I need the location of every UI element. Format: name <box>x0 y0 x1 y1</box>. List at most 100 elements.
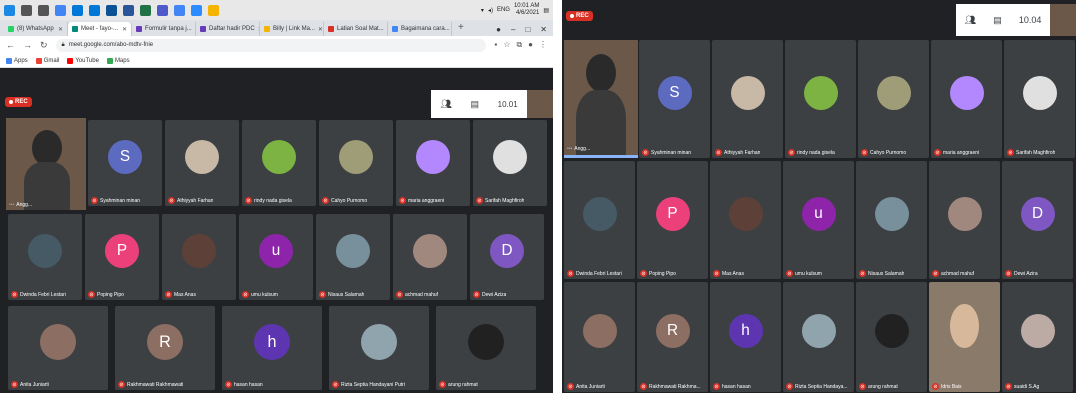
participant-tile[interactable]: D ⊘ Dewi Azira <box>1002 161 1073 279</box>
participant-tile[interactable]: ⊘ Mas Anas <box>710 161 781 279</box>
bookmark-item[interactable]: YouTube <box>67 57 99 64</box>
forward-icon[interactable]: → <box>23 40 32 50</box>
participant-tile[interactable]: ⊘ Dwinda Febri Lestari <box>564 161 635 279</box>
new-tab-button[interactable]: + <box>452 22 470 36</box>
people-icon[interactable]: 👥︎ <box>440 99 451 110</box>
self-video-tile[interactable]: ••• Angg... <box>564 40 638 158</box>
notification-icon[interactable]: ▤ <box>543 7 549 14</box>
address-bar[interactable]: 🔒︎ meet.google.com/abo-mdtv-fnie <box>55 38 487 52</box>
browser-tab[interactable]: Bagaimana cara...✕ <box>388 22 452 36</box>
participant-tile[interactable]: ⊘ achmad mahuf <box>393 214 467 300</box>
menu-icon[interactable]: ⋮ <box>539 40 547 50</box>
self-video-tile[interactable]: ••• Angg... <box>6 118 86 210</box>
browser-tab[interactable]: (8) WhatsApp ✕ <box>4 22 68 36</box>
search-icon[interactable] <box>21 4 32 16</box>
taskbar-clock[interactable]: 10:01 AM 4/6/2021 <box>514 3 539 17</box>
participant-tile[interactable]: ⊘ achmad mahuf <box>929 161 1000 279</box>
browser-tab[interactable]: Billy | Link Ma... ✕ <box>260 22 324 36</box>
browser-tab[interactable]: Latian Soal Mat...✕ <box>324 22 388 36</box>
chat-icon[interactable]: ▤ <box>470 99 479 110</box>
participant-tile[interactable]: ⊘ Nisaus Salamah <box>316 214 390 300</box>
browser-tab[interactable]: Formulir tanpa j...✕ <box>132 22 196 36</box>
edge-icon[interactable] <box>72 4 83 16</box>
participant-label: ⊘ hasan hasan <box>225 381 263 388</box>
participant-name: umu kulsum <box>795 270 822 277</box>
participant-tile[interactable]: P ⊘ Poping Pipo <box>637 161 708 279</box>
profile-icon[interactable]: ● <box>496 25 501 34</box>
self-view-thumbnail[interactable] <box>527 90 553 118</box>
participant-tile[interactable]: ⊘ Nisaus Salamah <box>856 161 927 279</box>
participant-tile[interactable]: h ⊘ hasan hasan <box>710 282 781 392</box>
teams-icon[interactable] <box>157 4 168 16</box>
participant-tile[interactable]: R ⊘ Rakhmawati Rakhma... <box>637 282 708 392</box>
participant-tile[interactable]: ⊘ Rizta Septia Handayani Putri <box>329 306 429 390</box>
participant-tile[interactable]: ⊘ maria anggraeni <box>396 120 470 206</box>
participant-tile[interactable]: ⊘ suaidi S.Ag <box>1002 282 1073 392</box>
chat-icon[interactable]: ▤ <box>993 15 1002 26</box>
avatar-icon[interactable]: ● <box>528 40 533 50</box>
mail-icon[interactable] <box>106 4 117 16</box>
participant-tile[interactable]: ⊘ Sarifah Maghfiroh <box>1004 40 1075 158</box>
excel-icon[interactable] <box>140 4 151 16</box>
participant-tile[interactable]: u ⊘ umu kulsum <box>783 161 854 279</box>
mic-off-icon: ⊘ <box>168 197 175 204</box>
self-view-thumbnail[interactable] <box>1050 4 1076 36</box>
close-tab-icon[interactable]: ✕ <box>122 26 127 33</box>
star-icon[interactable]: ☆ <box>503 40 510 50</box>
participant-tile[interactable]: ⊘ Cahyo Purnomo <box>319 120 393 206</box>
close-tab-icon[interactable]: ✕ <box>58 26 63 33</box>
chrome-icon[interactable] <box>55 4 66 16</box>
participant-tile[interactable]: S ⊘ Syahminan minan <box>639 40 710 158</box>
participant-tile[interactable]: ⊘ Athiyyah Farhan <box>712 40 783 158</box>
chrome-icon[interactable] <box>174 4 185 16</box>
browser-tab[interactable]: Meet - fayo-... ✕ <box>68 22 132 36</box>
mic-off-icon: ⊘ <box>932 270 939 277</box>
extensions-icon[interactable]: ⧉ <box>516 40 522 50</box>
participant-tile[interactable]: ⊘ Anita Juniarti <box>8 306 108 390</box>
participant-label: ⊘ Athiyyah Farhan <box>715 149 760 156</box>
bookmark-item[interactable]: Apps <box>6 57 28 64</box>
reload-icon[interactable]: ↻ <box>40 40 48 51</box>
minimize-button[interactable]: – <box>511 25 515 34</box>
camera-icon[interactable]: ▪ <box>494 40 497 50</box>
mic-off-icon: ⊘ <box>118 381 125 388</box>
participant-tile[interactable]: S ⊘ Syahminan minan <box>88 120 162 206</box>
participant-name: Nisaus Salamah <box>328 291 365 298</box>
participant-tile[interactable]: ⊘ Sarifah Maghfiroh <box>473 120 547 206</box>
participant-tile[interactable]: P ⊘ Poping Pipo <box>85 214 159 300</box>
participant-tile[interactable]: ⊘ Rizta Septia Handaya... <box>783 282 854 392</box>
participant-tile[interactable]: ⊘ Cahyo Purnomo <box>858 40 929 158</box>
participant-tile[interactable]: R ⊘ Rakhmawati Rakhmawati <box>115 306 215 390</box>
participant-tile[interactable]: h ⊘ hasan hasan <box>222 306 322 390</box>
bookmark-item[interactable]: Gmail <box>35 57 59 64</box>
maximize-button[interactable]: □ <box>525 25 530 34</box>
participant-tile[interactable]: ⊘ Athiyyah Farhan <box>165 120 239 206</box>
people-icon[interactable]: 👥︎ <box>965 15 976 26</box>
explorer-icon[interactable] <box>208 4 219 16</box>
back-icon[interactable]: ← <box>6 40 15 50</box>
task-view-icon[interactable] <box>38 4 49 16</box>
volume-icon[interactable]: ◂) <box>488 7 493 14</box>
bookmark-item[interactable]: Maps <box>106 57 130 64</box>
participant-tile[interactable]: ⊘ arung rahmat <box>856 282 927 392</box>
wifi-icon[interactable]: ▾ <box>481 7 484 14</box>
browser-tab[interactable]: Daftar hadir PDC✕ <box>196 22 260 36</box>
participant-tile[interactable]: ⊘ arung rahmat <box>436 306 536 390</box>
language-indicator[interactable]: ENG <box>497 7 510 13</box>
participant-tile[interactable]: ⊘ maria anggraeni <box>931 40 1002 158</box>
participant-tile[interactable]: D ⊘ Dewi Aziza <box>470 214 544 300</box>
participant-tile[interactable]: ⊘ Idris Bais <box>929 282 1000 392</box>
zoom-icon[interactable] <box>191 4 202 16</box>
taskbar-icons <box>4 4 225 16</box>
windows-icon[interactable] <box>4 4 15 16</box>
participant-tile[interactable]: ⊘ rindy nada gisela <box>785 40 856 158</box>
close-window-button[interactable]: ✕ <box>540 25 547 34</box>
participant-tile[interactable]: ⊘ rindy nada gisela <box>242 120 316 206</box>
word-icon[interactable] <box>123 4 134 16</box>
participant-tile[interactable]: ⊘ Mas Anas <box>162 214 236 300</box>
participant-tile[interactable]: ⊘ Dwinda Febri Lestari <box>8 214 82 300</box>
participant-tile[interactable]: u ⊘ umu kulsum <box>239 214 313 300</box>
store-icon[interactable] <box>89 4 100 16</box>
participant-tile[interactable]: ⊘ Anita Juniarti <box>564 282 635 392</box>
close-tab-icon[interactable]: ✕ <box>318 26 323 33</box>
